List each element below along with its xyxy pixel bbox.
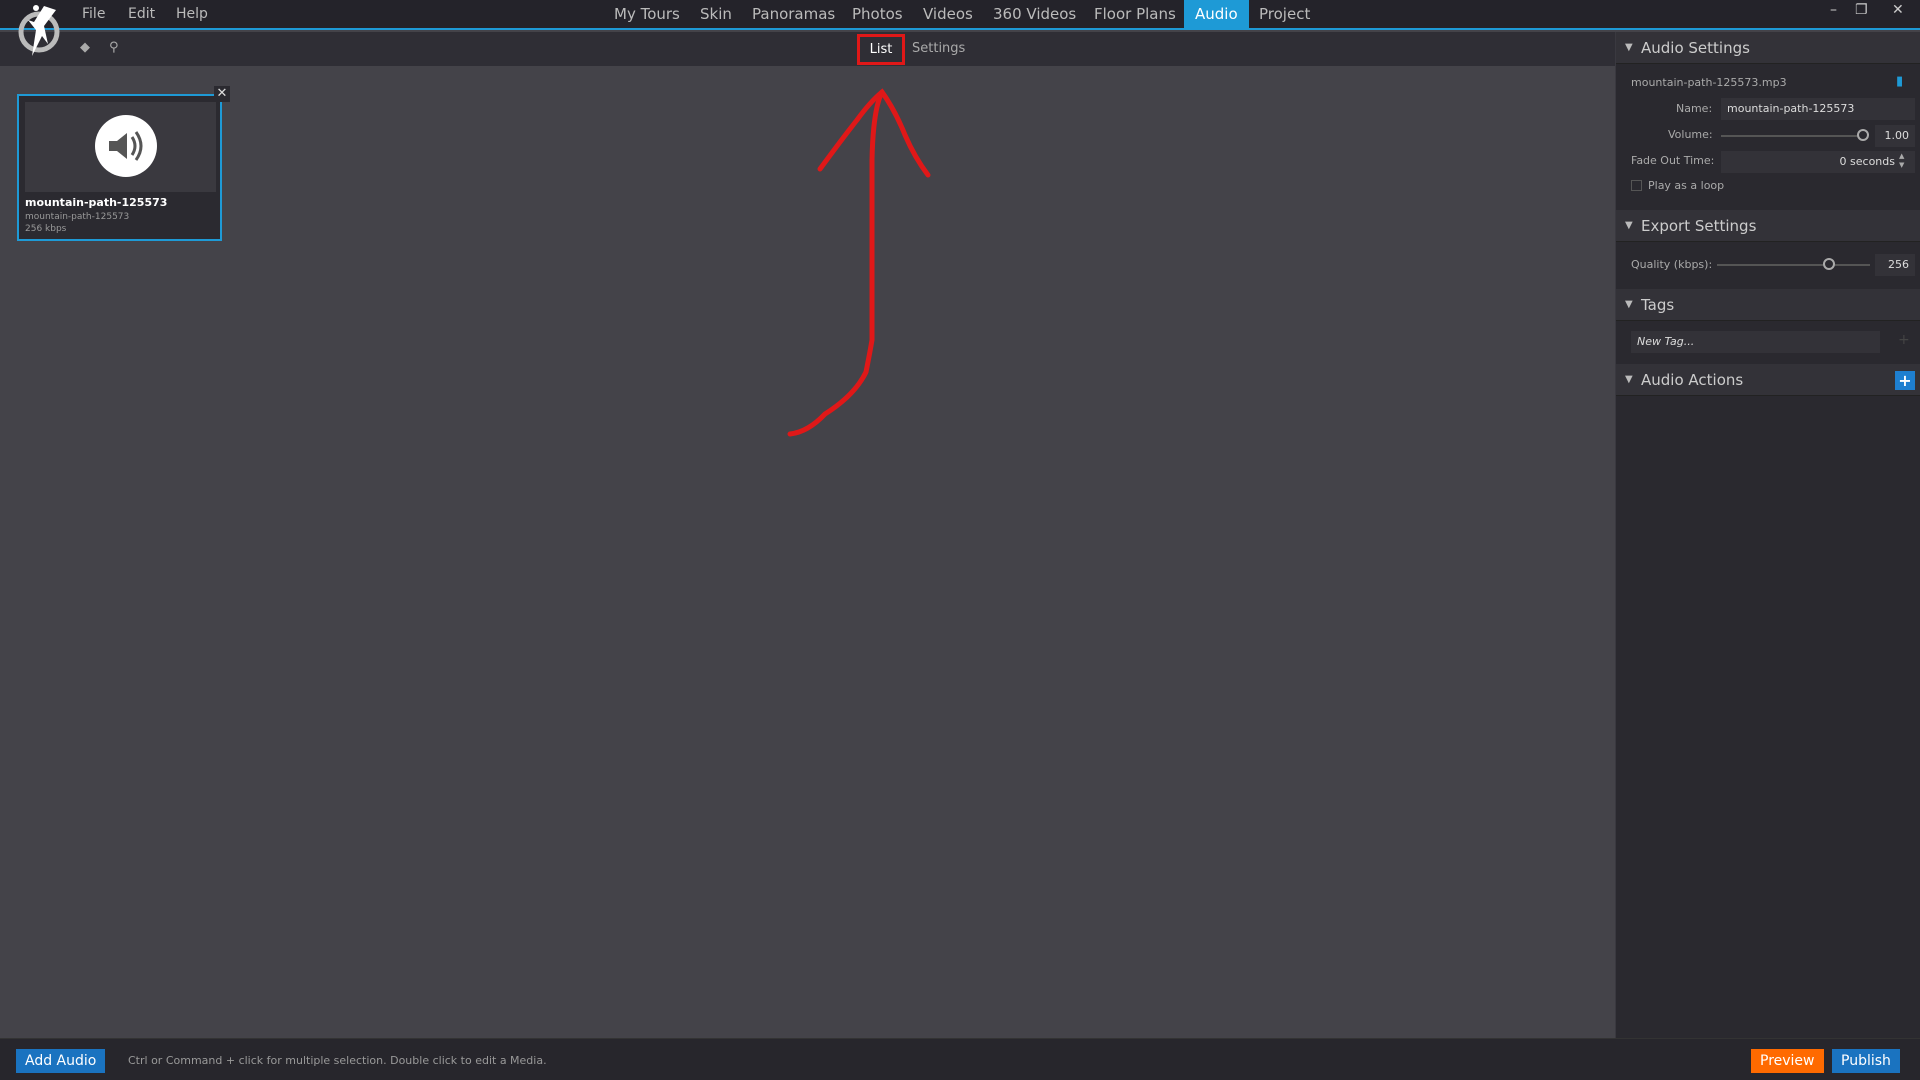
search-icon[interactable]: ⚲ <box>109 40 119 55</box>
toolbar: ◆ ⚲ <box>0 32 1615 66</box>
restore-icon[interactable]: ❐ <box>1855 2 1868 18</box>
settings-view-button[interactable]: Settings <box>912 41 965 56</box>
bottom-bar: Add Audio Ctrl or Command + click for mu… <box>0 1038 1920 1080</box>
close-icon[interactable]: ✕ <box>1892 2 1904 18</box>
file-name: mountain-path-125573.mp3 <box>1631 76 1787 89</box>
collapse-triangle-icon: ▼ <box>1625 374 1633 385</box>
fade-out-input[interactable]: 0 seconds <box>1721 151 1915 173</box>
quality-value[interactable]: 256 <box>1875 254 1915 276</box>
loop-checkbox[interactable] <box>1631 180 1642 191</box>
volume-value[interactable]: 1.00 <box>1875 125 1915 147</box>
publish-button[interactable]: Publish <box>1832 1049 1900 1073</box>
preview-button[interactable]: Preview <box>1751 1049 1824 1073</box>
menu-help[interactable]: Help <box>176 6 208 22</box>
tab-project[interactable]: Project <box>1248 0 1321 28</box>
menu-edit[interactable]: Edit <box>128 6 155 22</box>
remove-card-button[interactable]: ✕ <box>214 86 230 102</box>
minimize-icon[interactable]: – <box>1830 2 1837 18</box>
volume-label: Volume: <box>1668 128 1713 141</box>
tab-photos[interactable]: Photos <box>841 0 914 28</box>
hint-text: Ctrl or Command + click for multiple sel… <box>128 1054 547 1067</box>
folder-icon[interactable]: ▮ <box>1896 74 1903 89</box>
tab-my-tours[interactable]: My Tours <box>603 0 691 28</box>
tab-panoramas[interactable]: Panoramas <box>741 0 846 28</box>
volume-slider-handle[interactable] <box>1857 129 1869 141</box>
speaker-icon <box>95 115 157 177</box>
tab-videos[interactable]: Videos <box>912 0 984 28</box>
card-bitrate: 256 kbps <box>25 224 67 234</box>
add-action-button[interactable]: + <box>1895 371 1915 390</box>
volume-slider[interactable] <box>1721 135 1866 137</box>
new-tag-input[interactable]: New Tag... <box>1631 331 1880 353</box>
menu-file[interactable]: File <box>82 6 105 22</box>
section-title: Tags <box>1641 296 1675 314</box>
spinner-icon[interactable]: ▲ ▼ <box>1899 152 1904 170</box>
audio-card[interactable]: mountain-path-125573 mountain-path-12557… <box>17 94 222 241</box>
card-title: mountain-path-125573 <box>25 196 168 209</box>
tags-header[interactable]: ▼ Tags <box>1616 289 1920 321</box>
properties-panel: ▼ Audio Settings mountain-path-125573.mp3… <box>1615 32 1920 1038</box>
name-input[interactable]: mountain-path-125573 <box>1721 98 1915 120</box>
collapse-triangle-icon: ▼ <box>1625 42 1633 53</box>
section-title: Audio Settings <box>1641 39 1750 57</box>
app-logo <box>18 5 60 56</box>
add-audio-button[interactable]: Add Audio <box>16 1049 106 1073</box>
tab-audio[interactable]: Audio <box>1184 0 1249 28</box>
quality-slider[interactable] <box>1717 264 1870 266</box>
collapse-triangle-icon: ▼ <box>1625 220 1633 231</box>
collapse-triangle-icon: ▼ <box>1625 299 1633 310</box>
audio-thumbnail <box>25 102 216 192</box>
export-settings-header[interactable]: ▼ Export Settings <box>1616 210 1920 242</box>
section-title: Export Settings <box>1641 217 1757 235</box>
tag-icon[interactable]: ◆ <box>80 40 90 55</box>
tab-360-videos[interactable]: 360 Videos <box>982 0 1087 28</box>
section-title: Audio Actions <box>1641 371 1744 389</box>
card-subtitle: mountain-path-125573 <box>25 212 130 222</box>
list-view-button[interactable]: List <box>857 34 905 65</box>
tab-skin[interactable]: Skin <box>689 0 743 28</box>
tab-floor-plans[interactable]: Floor Plans <box>1083 0 1187 28</box>
quality-slider-handle[interactable] <box>1823 258 1835 270</box>
audio-actions-header[interactable]: ▼ Audio Actions <box>1616 364 1920 396</box>
name-label: Name: <box>1676 102 1713 115</box>
title-bar: File Edit Help My Tours Skin Panoramas P… <box>0 0 1920 30</box>
quality-label: Quality (kbps): <box>1631 258 1713 271</box>
audio-settings-header[interactable]: ▼ Audio Settings <box>1616 32 1920 64</box>
loop-label: Play as a loop <box>1648 179 1725 192</box>
add-tag-icon[interactable]: + <box>1898 332 1910 348</box>
fade-out-label: Fade Out Time: <box>1631 154 1715 167</box>
